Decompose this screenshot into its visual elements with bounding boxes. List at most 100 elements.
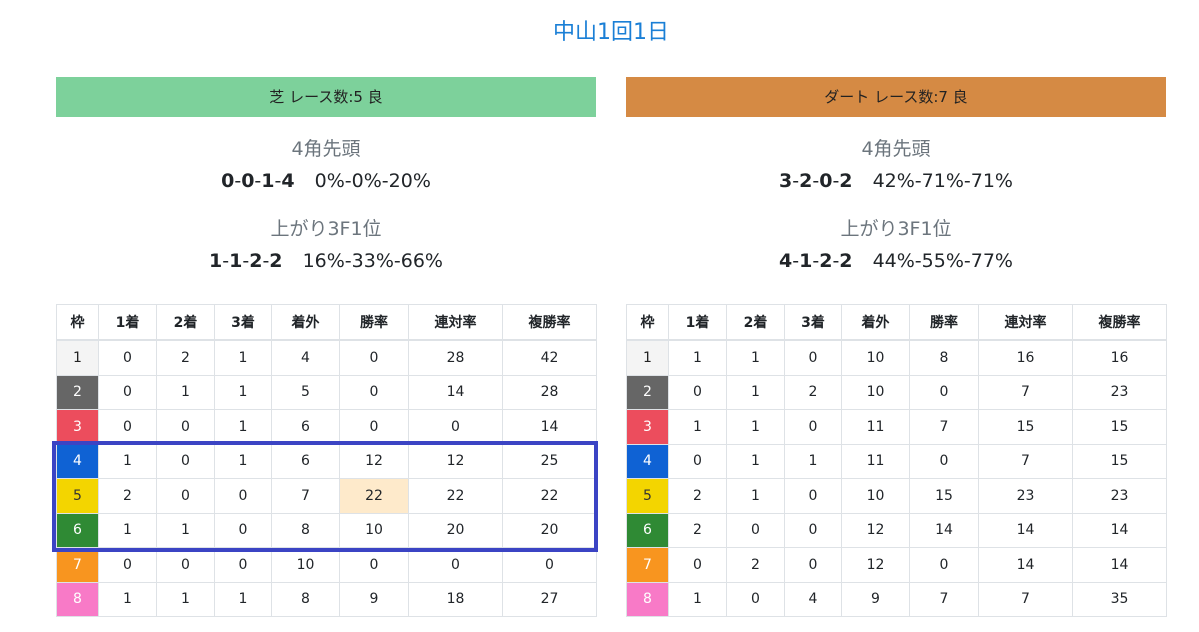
waku-number-cell: 8 (626, 581, 669, 617)
waku-number-cell: 5 (56, 478, 99, 514)
table-cell-place-rate: 35 (1072, 581, 1167, 617)
table-cell-second: 1 (156, 512, 215, 548)
table-cell-first: 0 (668, 443, 727, 479)
table-cell-out: 7 (271, 478, 340, 514)
table-cell-first: 0 (98, 547, 157, 583)
table-cell-second: 0 (156, 443, 215, 479)
table-cell-quinella-rate: 28 (408, 339, 503, 376)
dirt-last3f-title: 上がり3F1位 (840, 218, 952, 240)
table-cell-place-rate: 22 (502, 478, 597, 514)
table-cell-second: 1 (726, 409, 785, 445)
table-cell-second: 2 (156, 339, 215, 376)
table-cell-place-rate: 14 (502, 409, 597, 445)
waku-number-cell: 4 (626, 443, 669, 479)
column-header-quinella-rate: 連対率 (978, 304, 1073, 341)
dirt-corner-lead-record: 3-2-0-2 (779, 170, 853, 192)
turf-last3f-title: 上がり3F1位 (270, 218, 382, 240)
table-cell-out: 6 (271, 409, 340, 445)
page-title[interactable]: 中山1回1日 (0, 14, 1199, 46)
table-cell-place-rate: 28 (502, 374, 597, 410)
table-cell-win-rate: 14 (909, 512, 979, 548)
table-cell-first: 1 (668, 339, 727, 376)
table-cell-quinella-rate: 16 (978, 339, 1073, 376)
turf-last3f-record: 1-1-2-2 (209, 250, 283, 272)
table-row: 4 0 1 1 11 0 7 15 (626, 443, 1167, 479)
dirt-corner-lead-stats: 3-2-0-2 42%-71%-71% (626, 170, 1166, 192)
dirt-panel: ダート レース数:7 良 4角先頭 3-2-0-2 42%-71%-71% 上が… (626, 77, 1167, 617)
column-header-place-rate: 複勝率 (1072, 304, 1167, 341)
turf-header: 芝 レース数:5 良 (56, 77, 596, 117)
table-cell-third: 0 (784, 478, 842, 514)
table-cell-first: 0 (98, 409, 157, 445)
table-cell-out: 11 (841, 443, 910, 479)
table-row: 8 1 0 4 9 7 7 35 (626, 581, 1167, 617)
table-cell-third: 4 (784, 581, 842, 617)
table-cell-win-rate: 8 (909, 339, 979, 376)
table-cell-out: 12 (841, 512, 910, 548)
table-row: 2 0 1 1 5 0 14 28 (56, 374, 597, 410)
column-header-second: 2着 (726, 304, 785, 341)
table-cell-second: 1 (156, 581, 215, 617)
table-cell-third: 1 (214, 374, 272, 410)
table-cell-out: 8 (271, 512, 340, 548)
column-header-out: 着外 (271, 304, 340, 341)
table-cell-place-rate: 14 (1072, 547, 1167, 583)
waku-number-cell: 1 (626, 339, 669, 376)
table-cell-first: 2 (668, 478, 727, 514)
table-cell-third: 0 (214, 478, 272, 514)
table-cell-second: 2 (726, 547, 785, 583)
table-cell-out: 10 (841, 478, 910, 514)
table-cell-win-rate: 0 (339, 339, 409, 376)
waku-number-cell: 8 (56, 581, 99, 617)
waku-number-cell: 1 (56, 339, 99, 376)
table-row: 6 1 1 0 8 10 20 20 (56, 512, 597, 548)
table-cell-place-rate: 23 (1072, 478, 1167, 514)
table-cell-quinella-rate: 14 (978, 512, 1073, 548)
table-cell-win-rate: 0 (339, 374, 409, 410)
table-cell-win-rate: 7 (909, 581, 979, 617)
table-row: 2 0 1 2 10 0 7 23 (626, 374, 1167, 410)
waku-number-cell: 7 (56, 547, 99, 583)
table-cell-out: 5 (271, 374, 340, 410)
column-header-quinella-rate: 連対率 (408, 304, 503, 341)
waku-number-cell: 4 (56, 443, 99, 479)
table-cell-win-rate: 0 (909, 443, 979, 479)
table-cell-quinella-rate: 18 (408, 581, 503, 617)
turf-corner-lead-title: 4角先頭 (291, 138, 361, 160)
table-cell-third: 1 (214, 443, 272, 479)
table-cell-win-rate: 9 (339, 581, 409, 617)
dirt-corner-lead-title: 4角先頭 (861, 138, 931, 160)
table-cell-third: 2 (784, 374, 842, 410)
table-cell-quinella-rate: 14 (408, 374, 503, 410)
table-cell-second: 0 (156, 547, 215, 583)
dirt-corner-lead-rates: 42%-71%-71% (872, 170, 1013, 192)
table-cell-place-rate: 23 (1072, 374, 1167, 410)
table-cell-second: 0 (726, 581, 785, 617)
table-cell-win-rate: 15 (909, 478, 979, 514)
waku-number-cell: 7 (626, 547, 669, 583)
table-cell-quinella-rate: 7 (978, 374, 1073, 410)
table-cell-second: 1 (156, 374, 215, 410)
turf-frame-table: 枠 1着 2着 3着 着外 勝率 連対率 複勝率 1 0 2 1 4 0 28 42 2 0 1 1 5 0 14 28 3 0… (56, 304, 597, 617)
table-cell-third: 0 (784, 547, 842, 583)
table-row: 6 2 0 0 12 14 14 14 (626, 512, 1167, 548)
table-cell-third: 0 (784, 409, 842, 445)
table-row: 1 1 1 0 10 8 16 16 (626, 339, 1167, 376)
dirt-frame-table: 枠 1着 2着 3着 着外 勝率 連対率 複勝率 1 1 1 0 10 8 16 16 2 0 1 2 10 0 7 23 3… (626, 304, 1167, 617)
dirt-last3f-rates: 44%-55%-77% (872, 250, 1013, 272)
table-cell-place-rate: 25 (502, 443, 597, 479)
column-header-second: 2着 (156, 304, 215, 341)
turf-last3f-rates: 16%-33%-66% (302, 250, 443, 272)
table-cell-third: 0 (784, 339, 842, 376)
table-row: 5 2 1 0 10 15 23 23 (626, 478, 1167, 514)
table-row: 3 0 0 1 6 0 0 14 (56, 409, 597, 445)
table-cell-second: 0 (156, 478, 215, 514)
waku-number-cell: 2 (626, 374, 669, 410)
table-cell-first: 2 (98, 478, 157, 514)
table-cell-first: 0 (98, 339, 157, 376)
table-cell-third: 0 (784, 512, 842, 548)
table-cell-out: 9 (841, 581, 910, 617)
table-cell-out: 10 (841, 374, 910, 410)
dirt-last3f-stats: 4-1-2-2 44%-55%-77% (626, 250, 1166, 272)
table-cell-first: 2 (668, 512, 727, 548)
